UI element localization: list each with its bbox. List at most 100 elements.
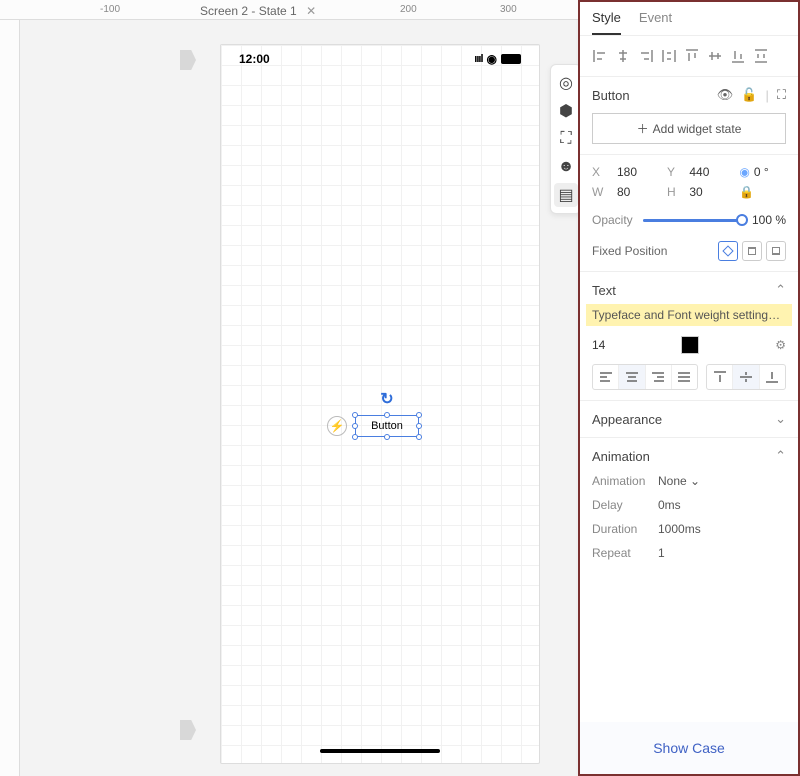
panel-tabs: Style Event — [580, 2, 798, 36]
button-label: Button — [371, 420, 403, 432]
tab-event[interactable]: Event — [639, 10, 672, 35]
fixed-bottom-icon[interactable] — [766, 241, 786, 261]
y-label: Y — [667, 165, 679, 179]
text-align-right-icon[interactable] — [646, 365, 672, 389]
inspector-panel: Style Event Button 👁 🔓 | ⛶ ＋ Add widget … — [578, 0, 800, 776]
text-section-title: Text — [592, 283, 616, 298]
resize-handle[interactable] — [384, 434, 390, 440]
element-header: Button 👁 🔓 | ⛶ ＋ Add widget state — [580, 77, 798, 155]
distribute-h-icon[interactable] — [659, 46, 679, 66]
text-align-bottom-icon[interactable] — [760, 365, 785, 389]
signal-icon: ıııl — [474, 53, 482, 65]
opacity-label: Opacity — [592, 213, 633, 227]
plus-icon: ＋ — [637, 120, 649, 137]
ruler-tick: -100 — [100, 4, 120, 15]
resize-handle[interactable] — [416, 434, 422, 440]
button-widget[interactable]: Button — [355, 415, 419, 437]
fullscreen-icon[interactable]: ⛶ — [777, 87, 786, 103]
resize-handle[interactable] — [352, 423, 358, 429]
align-top-icon[interactable] — [682, 46, 702, 66]
tab-style[interactable]: Style — [592, 10, 621, 35]
align-bottom-icon[interactable] — [728, 46, 748, 66]
chevron-up-icon[interactable]: ⌃ — [775, 282, 786, 298]
text-color-swatch[interactable] — [681, 336, 699, 354]
position-section: X 180 Y 440 ◉0 ° W 80 H 30 🔒 Opacity 100… — [580, 155, 798, 272]
duration-label: Duration — [592, 522, 650, 536]
canvas[interactable]: 12:00 ıııl ◉ ↻ ⚡ Button — [20, 20, 576, 776]
animation-section: Animation ⌃ Animation None ⌄ Delay 0ms D… — [580, 438, 798, 580]
typeface-hint[interactable]: Typeface and Font weight setting… — [586, 304, 792, 326]
delay-input[interactable]: 0ms — [658, 498, 681, 512]
rotate-handle-icon[interactable]: ↻ — [380, 389, 393, 409]
home-indicator — [320, 749, 440, 753]
showcase-label: Show Case — [653, 740, 725, 756]
fixed-none-icon[interactable] — [718, 241, 738, 261]
status-bar: 12:00 ıııl ◉ — [221, 45, 539, 73]
element-name: Button — [592, 88, 630, 103]
resize-handle[interactable] — [352, 412, 358, 418]
h-label: H — [667, 185, 679, 199]
opacity-value[interactable]: 100 % — [752, 213, 786, 227]
appearance-title: Appearance — [592, 412, 662, 427]
distribute-v-icon[interactable] — [751, 46, 771, 66]
device-frame[interactable]: 12:00 ıııl ◉ ↻ ⚡ Button — [220, 44, 540, 764]
text-align-left-icon[interactable] — [593, 365, 619, 389]
aspect-lock-icon[interactable]: 🔒 — [739, 185, 772, 199]
rotation-input[interactable]: ◉0 ° — [739, 165, 772, 179]
wifi-icon: ◉ — [487, 52, 497, 66]
animation-label: Animation — [592, 474, 650, 488]
font-size-input[interactable]: 14 — [592, 338, 605, 352]
screen-tab[interactable]: Screen 2 - State 1 ✕ — [196, 4, 320, 18]
ruler-vertical — [0, 20, 20, 776]
selected-widget[interactable]: ↻ ⚡ Button — [355, 415, 419, 437]
state-marker-icon[interactable] — [180, 720, 196, 740]
cube-icon[interactable]: ⬢ — [554, 99, 578, 123]
align-center-h-icon[interactable] — [613, 46, 633, 66]
repeat-input[interactable]: 1 — [658, 546, 665, 560]
lock-icon[interactable]: 🔓 — [741, 87, 757, 103]
resize-handle[interactable] — [352, 434, 358, 440]
visibility-icon[interactable]: 👁 — [717, 87, 734, 103]
state-marker-icon[interactable] — [180, 50, 196, 70]
gear-icon[interactable]: ⚙ — [775, 338, 786, 352]
text-section: Text ⌃ Typeface and Font weight setting…… — [580, 272, 798, 401]
layout-icon[interactable]: ▤ — [554, 183, 578, 207]
w-input[interactable]: 80 — [617, 185, 657, 199]
alignment-toolbar — [580, 36, 798, 77]
text-align-center-icon[interactable] — [619, 365, 645, 389]
fixed-top-icon[interactable] — [742, 241, 762, 261]
repeat-label: Repeat — [592, 546, 650, 560]
x-input[interactable]: 180 — [617, 165, 657, 179]
delay-label: Delay — [592, 498, 650, 512]
align-right-icon[interactable] — [636, 46, 656, 66]
chevron-down-icon[interactable]: ⌄ — [775, 411, 786, 427]
close-icon[interactable]: ✕ — [306, 4, 316, 18]
target-icon[interactable]: ◎ — [554, 71, 578, 95]
y-input[interactable]: 440 — [689, 165, 729, 179]
expand-icon[interactable]: ⛶ — [554, 127, 578, 151]
ruler-tick: 300 — [500, 4, 517, 15]
align-center-v-icon[interactable] — [705, 46, 725, 66]
duration-input[interactable]: 1000ms — [658, 522, 701, 536]
resize-handle[interactable] — [416, 412, 422, 418]
x-label: X — [592, 165, 607, 179]
opacity-slider[interactable] — [643, 219, 742, 222]
appearance-section[interactable]: Appearance ⌄ — [580, 401, 798, 438]
align-left-icon[interactable] — [590, 46, 610, 66]
resize-handle[interactable] — [416, 423, 422, 429]
animation-select[interactable]: None ⌄ — [658, 474, 700, 488]
text-align-middle-icon[interactable] — [733, 365, 759, 389]
clock-label: 12:00 — [239, 52, 270, 66]
w-label: W — [592, 185, 607, 199]
quick-action-icon[interactable]: ⚡ — [327, 416, 347, 436]
fixed-position-label: Fixed Position — [592, 244, 667, 258]
add-widget-state-button[interactable]: ＋ Add widget state — [592, 113, 786, 144]
emoji-icon[interactable]: ☻ — [554, 155, 578, 179]
text-align-top-icon[interactable] — [707, 365, 733, 389]
chevron-up-icon[interactable]: ⌃ — [775, 448, 786, 464]
resize-handle[interactable] — [384, 412, 390, 418]
showcase-button[interactable]: Show Case — [580, 722, 798, 774]
text-align-justify-icon[interactable] — [672, 365, 697, 389]
text-align-h-group — [592, 364, 698, 390]
h-input[interactable]: 30 — [689, 185, 729, 199]
